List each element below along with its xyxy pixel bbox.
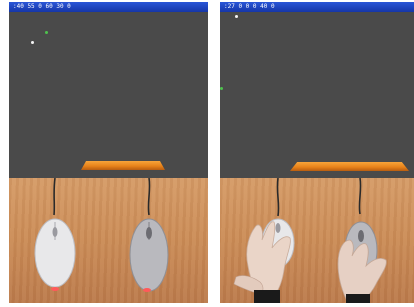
game-area[interactable]: [220, 12, 414, 178]
hand-icon: [337, 239, 387, 303]
white-mouse-icon: [34, 218, 76, 291]
green-target-dot-icon: [220, 87, 223, 90]
green-target-dot-icon: [45, 31, 48, 34]
paddle-icon: [290, 162, 409, 171]
paddle-icon: [81, 161, 165, 170]
silver-mouse-icon: [129, 218, 169, 292]
status-bar: :27 0 0 0 40 0: [220, 2, 414, 12]
status-bar: :40 55 0 60 30 0: [9, 2, 208, 12]
desk-photo: [9, 178, 208, 303]
left-panel: :40 55 0 60 30 0: [9, 2, 208, 303]
game-area[interactable]: [9, 12, 208, 178]
right-panel: :27 0 0 0 40 0: [220, 2, 414, 303]
desk-photo: [220, 178, 414, 303]
white-target-dot-icon: [235, 15, 238, 18]
white-target-dot-icon: [31, 41, 34, 44]
